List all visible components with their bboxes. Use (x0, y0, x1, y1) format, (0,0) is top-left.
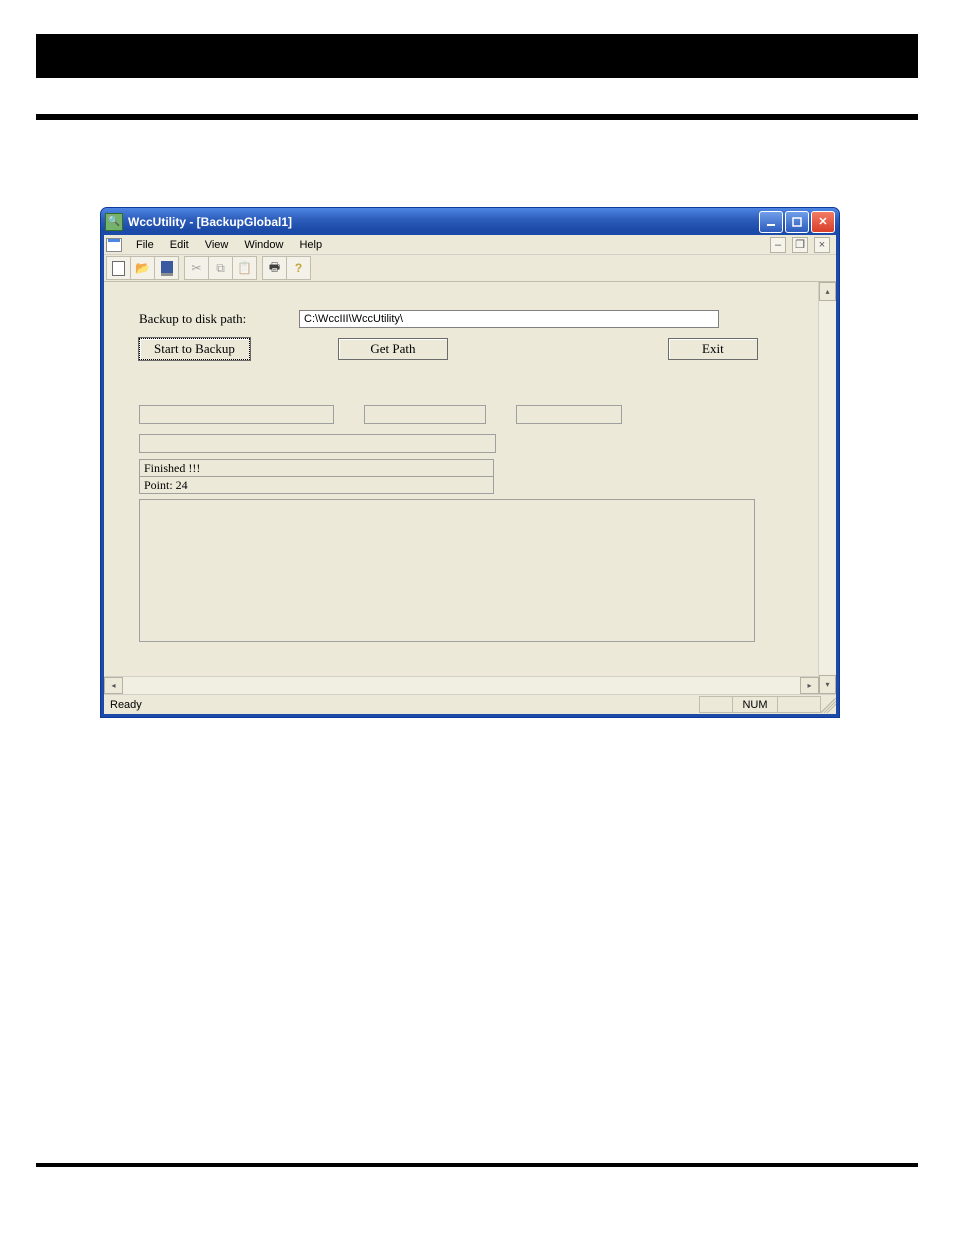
statusbar-cell-3 (777, 696, 821, 713)
progress-boxes (139, 405, 789, 424)
backup-path-input[interactable] (299, 310, 719, 328)
status-finished-text: Finished !!! (144, 461, 200, 475)
minimize-button[interactable] (759, 211, 783, 233)
save-icon (161, 261, 173, 276)
buttons-row: Start to Backup Get Path Exit (139, 338, 789, 360)
top-divider (36, 114, 918, 120)
minimize-icon (766, 217, 776, 227)
window-titlebar[interactable]: 🔍 WccUtility - [BackupGlobal1] ✕ (101, 208, 839, 235)
toolbar-print-button[interactable]: 🖶 (262, 256, 287, 280)
status-bar: Ready NUM (104, 694, 836, 714)
menu-help[interactable]: Help (291, 237, 330, 253)
menu-window[interactable]: Window (236, 237, 291, 253)
toolbar-cut-button[interactable]: ✂ (184, 256, 209, 280)
open-folder-icon: 📂 (135, 261, 150, 275)
toolbar-paste-button[interactable]: 📋 (232, 256, 257, 280)
resize-grip-icon[interactable] (820, 697, 836, 713)
menu-view[interactable]: View (197, 237, 237, 253)
form-content: Backup to disk path: Start to Backup Get… (104, 282, 819, 676)
progress-box-3 (516, 405, 622, 424)
get-path-button[interactable]: Get Path (338, 338, 448, 360)
window-buttons: ✕ (759, 211, 835, 233)
toolbar-open-button[interactable]: 📂 (130, 256, 155, 280)
close-icon: ✕ (818, 215, 827, 228)
menu-file[interactable]: File (128, 237, 162, 253)
vertical-scrollbar[interactable]: ▴ ▾ (818, 282, 836, 694)
application-window: 🔍 WccUtility - [BackupGlobal1] ✕ File Ed… (100, 207, 840, 718)
window-title: WccUtility - [BackupGlobal1] (128, 215, 292, 229)
scroll-down-button[interactable]: ▾ (819, 675, 836, 694)
mdi-restore-button[interactable]: ❐ (792, 237, 808, 253)
mdi-close-button[interactable]: × (814, 237, 830, 253)
status-point-text: Point: 24 (144, 478, 188, 492)
close-button[interactable]: ✕ (811, 211, 835, 233)
status-line-1: Finished !!! (139, 459, 494, 477)
form-area: ▴ ▾ Backup to disk path: Start to Backup… (104, 282, 836, 694)
backup-path-label: Backup to disk path: (139, 311, 299, 327)
start-backup-button[interactable]: Start to Backup (139, 338, 250, 360)
mdi-document-icon[interactable] (106, 238, 122, 252)
toolbar: 📂 ✂ ⧉ 📋 🖶 ? (104, 255, 836, 282)
menu-edit[interactable]: Edit (162, 237, 197, 253)
toolbar-new-button[interactable] (106, 256, 131, 280)
status-line-2: Point: 24 (139, 476, 494, 494)
top-black-bar (36, 34, 918, 78)
mdi-buttons: – ❐ × (770, 237, 836, 253)
help-icon: ? (295, 261, 302, 275)
paste-icon: 📋 (237, 261, 252, 275)
scroll-up-button[interactable]: ▴ (819, 282, 836, 301)
toolbar-help-button[interactable]: ? (286, 256, 311, 280)
toolbar-copy-button[interactable]: ⧉ (208, 256, 233, 280)
statusbar-num-cell: NUM (732, 696, 778, 713)
statusbar-cell-1 (699, 696, 733, 713)
scroll-right-button[interactable]: ▸ (800, 677, 819, 694)
progress-box-2 (364, 405, 486, 424)
progress-box-1 (139, 405, 334, 424)
status-ready-text: Ready (104, 699, 148, 711)
backup-path-row: Backup to disk path: (139, 310, 789, 328)
toolbar-save-button[interactable] (154, 256, 179, 280)
horizontal-scrollbar[interactable]: ◂ ▸ (104, 676, 819, 694)
menu-bar: File Edit View Window Help – ❐ × (104, 235, 836, 255)
client-area: File Edit View Window Help – ❐ × 📂 ✂ ⧉ (101, 235, 839, 717)
progress-bar-long (139, 434, 496, 453)
print-icon: 🖶 (269, 258, 280, 279)
mdi-minimize-button[interactable]: – (770, 237, 786, 253)
bottom-divider (36, 1163, 918, 1167)
cut-icon: ✂ (191, 261, 201, 275)
exit-button[interactable]: Exit (668, 338, 758, 360)
app-icon: 🔍 (105, 213, 123, 231)
scroll-left-button[interactable]: ◂ (104, 677, 123, 694)
document-page: 🔍 WccUtility - [BackupGlobal1] ✕ File Ed… (0, 0, 954, 1235)
log-box (139, 499, 755, 642)
new-file-icon (112, 261, 125, 276)
copy-icon: ⧉ (216, 261, 225, 276)
maximize-icon (792, 217, 802, 227)
maximize-button[interactable] (785, 211, 809, 233)
